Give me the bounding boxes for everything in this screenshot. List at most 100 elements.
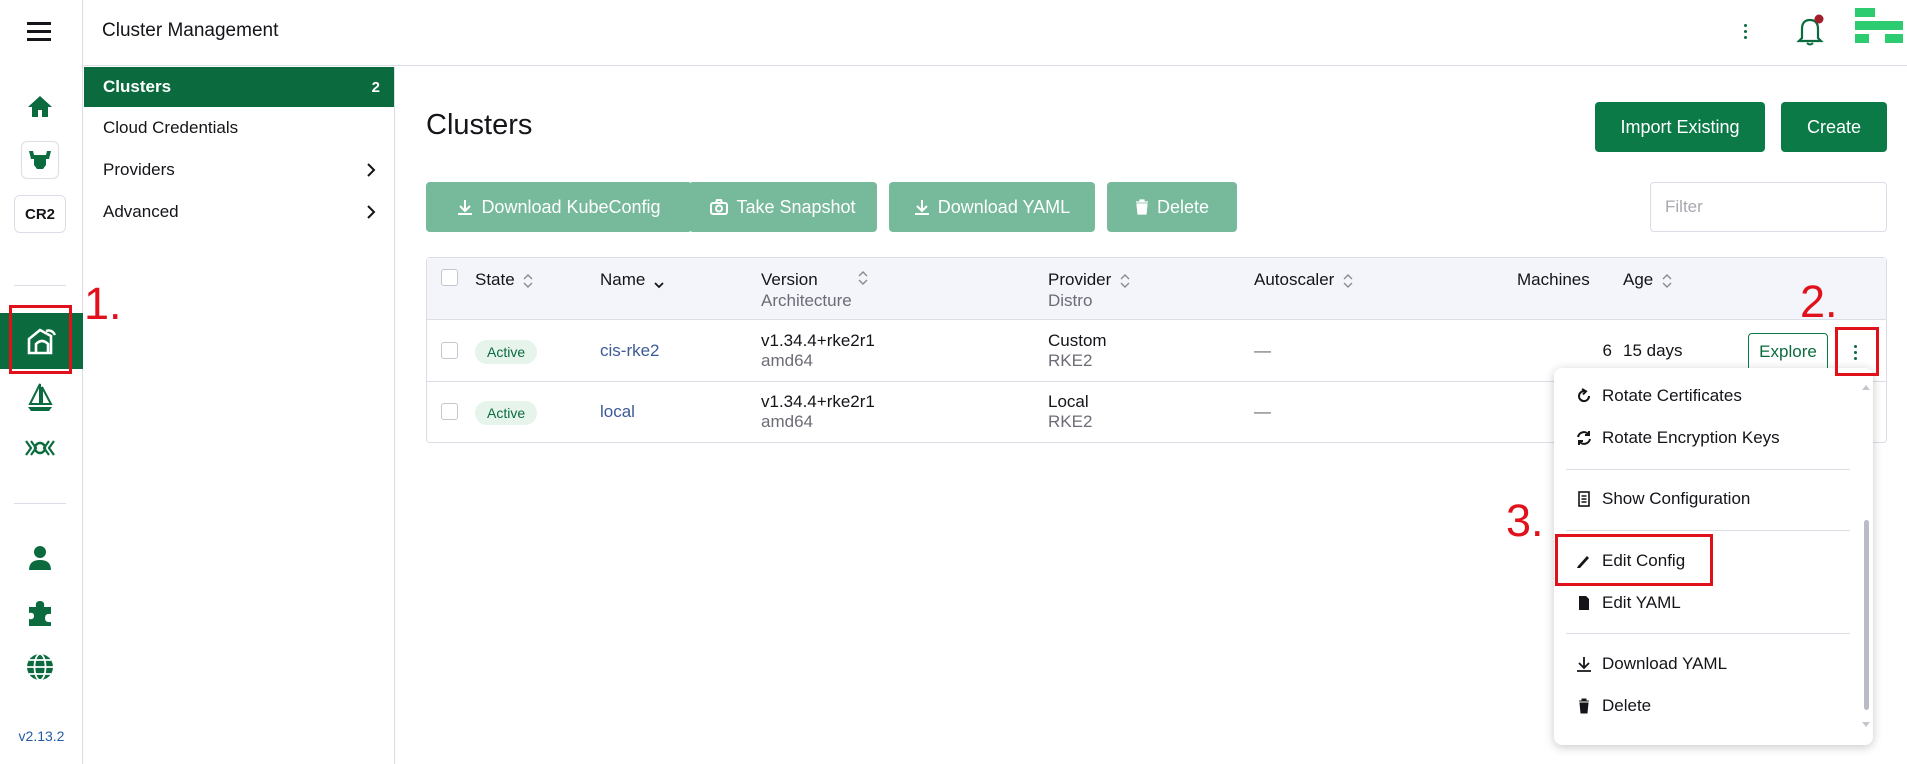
menu-item-label: Rotate Encryption Keys (1602, 428, 1780, 447)
button-label: Take Snapshot (736, 196, 856, 217)
annotation-box-2 (1835, 327, 1879, 376)
camera-icon (710, 199, 729, 215)
column-version[interactable]: Version Architecture (761, 270, 852, 311)
download-yaml-button[interactable]: Download YAML (889, 182, 1095, 232)
trash-icon (1135, 199, 1148, 215)
rail-divider (14, 285, 66, 286)
page-header-title: Cluster Management (102, 20, 279, 41)
version-label: v2.13.2 (18, 728, 65, 744)
nav-item-label: Clusters (103, 77, 172, 96)
nav-item-cloud-credentials[interactable]: Cloud Credentials (84, 107, 394, 149)
side-nav: Clusters 2 Cloud Credentials Providers A… (84, 67, 395, 764)
menu-item-edit-yaml[interactable]: Edit YAML (1576, 588, 1681, 618)
create-button[interactable]: Create (1781, 102, 1887, 152)
virtualization-icon[interactable] (14, 426, 66, 470)
cluster-distro: RKE2 (1048, 351, 1093, 370)
sort-icon (1120, 273, 1130, 288)
chevron-right-icon (367, 163, 376, 177)
nav-item-providers[interactable]: Providers (84, 149, 394, 191)
menu-scrollbar[interactable] (1864, 520, 1869, 710)
button-label: Delete (1156, 196, 1210, 217)
page-title: Clusters (426, 109, 533, 141)
row-checkbox[interactable] (441, 403, 458, 420)
annotation-label-3: 3. (1506, 495, 1544, 546)
download-icon (1577, 657, 1591, 672)
menu-item-rotate-certificates[interactable]: Rotate Certificates (1576, 381, 1742, 411)
download-icon (458, 200, 473, 215)
column-age[interactable]: Age (1623, 270, 1672, 290)
column-provider[interactable]: Provider Distro (1048, 270, 1130, 311)
cluster-architecture: amd64 (761, 412, 813, 431)
column-machines[interactable]: Machines (1517, 270, 1590, 290)
button-label: Download KubeConfig (481, 196, 661, 217)
column-name[interactable]: Name (600, 270, 664, 290)
cluster-autoscaler: — (1254, 402, 1271, 421)
column-state[interactable]: State (475, 270, 533, 290)
table-header: State Name Version Architecture Provider… (427, 258, 1886, 320)
button-label: Download YAML (937, 196, 1071, 217)
cluster-machines: 6 (1602, 341, 1612, 360)
select-all-checkbox[interactable] (441, 269, 458, 286)
menu-item-label: Download YAML (1602, 654, 1728, 673)
column-subheader: Distro (1048, 291, 1093, 310)
cluster-provider: Custom (1048, 331, 1107, 350)
cattle-icon[interactable] (14, 138, 66, 182)
rail-divider (14, 503, 66, 504)
rancher-logo[interactable] (1851, 6, 1907, 50)
nav-item-label: Advanced (103, 202, 179, 221)
cluster-name-link[interactable]: local (600, 402, 635, 422)
cluster-version: v1.34.4+rke2r1 (761, 392, 875, 411)
annotation-label-2: 2. (1800, 276, 1838, 327)
cluster-name-link[interactable]: cis-rke2 (600, 341, 660, 361)
menu-item-rotate-encryption-keys[interactable]: Rotate Encryption Keys (1576, 423, 1780, 453)
annotation-box-1 (9, 305, 72, 374)
document-icon (1578, 491, 1590, 507)
cluster-distro: RKE2 (1048, 412, 1093, 431)
status-badge: Active (475, 401, 538, 425)
file-icon (1579, 596, 1589, 610)
cluster-age: 15 days (1623, 341, 1683, 360)
column-subheader: Architecture (761, 291, 852, 310)
menu-divider (1566, 530, 1850, 531)
cluster-version: v1.34.4+rke2r1 (761, 331, 875, 350)
scroll-down-icon[interactable] (1861, 721, 1871, 729)
menu-item-delete[interactable]: Delete (1576, 691, 1651, 721)
download-icon (914, 200, 929, 215)
menu-item-show-configuration[interactable]: Show Configuration (1576, 484, 1750, 514)
icon-rail: CR2 v2.13.2 (0, 0, 83, 764)
extensions-icon[interactable] (14, 591, 66, 635)
status-badge: Active (475, 340, 538, 364)
globe-icon[interactable] (14, 645, 66, 689)
explore-button[interactable]: Explore (1748, 333, 1828, 371)
sort-icon (523, 273, 533, 288)
row-checkbox[interactable] (441, 342, 458, 359)
delete-button[interactable]: Delete (1107, 182, 1237, 232)
filter-input[interactable] (1650, 182, 1887, 232)
menu-item-label: Show Configuration (1602, 489, 1751, 508)
nav-item-advanced[interactable]: Advanced (84, 191, 394, 233)
cluster-provider: Local (1048, 392, 1089, 411)
cluster-cr2-button[interactable]: CR2 (14, 195, 66, 233)
annotation-box-3 (1555, 534, 1713, 586)
nav-item-clusters[interactable]: Clusters 2 (84, 67, 394, 107)
home-icon[interactable] (14, 84, 66, 128)
fleet-icon[interactable] (14, 375, 66, 419)
notification-bell-icon[interactable] (1796, 14, 1826, 46)
user-icon[interactable] (14, 536, 66, 580)
hamburger-menu-icon[interactable] (27, 22, 51, 41)
sort-desc-icon (654, 281, 664, 288)
top-header: Cluster Management (27, 0, 1907, 66)
sort-icon[interactable] (858, 270, 868, 286)
download-kubeconfig-button[interactable]: Download KubeConfig (426, 182, 692, 232)
column-autoscaler[interactable]: Autoscaler (1254, 270, 1353, 290)
scroll-up-icon[interactable] (1861, 383, 1871, 391)
import-existing-button[interactable]: Import Existing (1595, 102, 1765, 152)
nav-item-label: Cloud Credentials (103, 118, 239, 137)
take-snapshot-button[interactable]: Take Snapshot (689, 182, 877, 232)
header-more-icon[interactable] (1735, 18, 1755, 44)
menu-item-download-yaml[interactable]: Download YAML (1576, 649, 1727, 679)
annotation-label-1: 1. (84, 278, 122, 329)
trash-icon (1579, 698, 1589, 714)
menu-item-label: Delete (1602, 696, 1652, 715)
cluster-architecture: amd64 (761, 351, 813, 370)
